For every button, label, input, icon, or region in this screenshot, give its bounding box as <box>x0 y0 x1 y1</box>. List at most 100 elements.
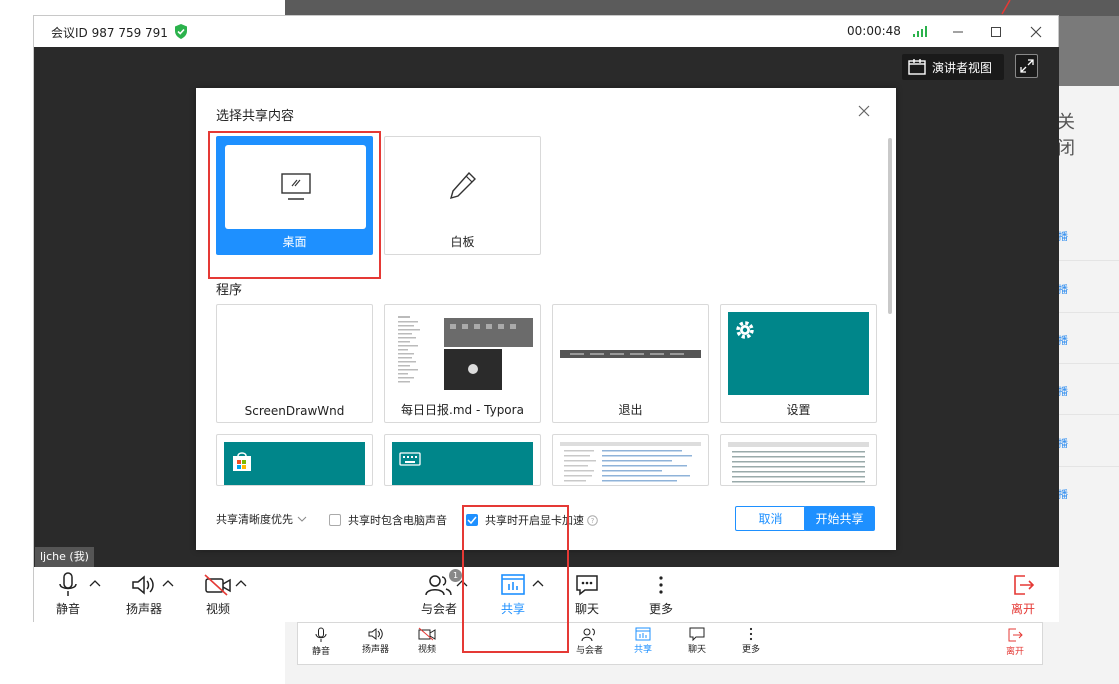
background-side-link[interactable]: 播 <box>1058 435 1068 450</box>
speaker-label: 扬声器 <box>126 602 163 616</box>
background-divider <box>1058 363 1119 364</box>
leave-button[interactable]: 离开 <box>1011 571 1035 617</box>
program-thumbnail <box>224 442 365 485</box>
program-card-window-a[interactable] <box>552 434 709 486</box>
title-bar[interactable]: 会议ID 987 759 791 00:00:48 <box>34 16 1058 47</box>
checkbox-checked[interactable] <box>466 514 478 526</box>
minimize-icon <box>953 31 963 33</box>
program-card-screendrawwnd[interactable]: ScreenDrawWnd <box>216 304 373 423</box>
speaker-icon <box>368 628 383 640</box>
share-label: 共享 <box>501 602 526 616</box>
maximize-button[interactable] <box>984 20 1008 44</box>
program-thumbnail <box>728 312 869 395</box>
gpu-acceleration-label: 共享时开启显卡加速 <box>485 514 584 527</box>
start-sharing-button[interactable]: 开始共享 <box>804 506 875 531</box>
speaker-button[interactable]: 扬声器 <box>126 571 162 617</box>
chevron-down-icon <box>297 516 307 522</box>
program-card-store[interactable] <box>216 434 373 486</box>
share-desktop-card[interactable]: 桌面 <box>216 136 373 255</box>
program-thumbnail <box>560 442 701 485</box>
leave-label: 离开 <box>1011 602 1036 616</box>
keyboard-icon <box>399 452 421 466</box>
background-side-link[interactable]: 播 <box>1058 281 1068 296</box>
share-content-dialog: 选择共享内容 桌面 白板 程序 ScreenDrawWnd 每日日报.md - … <box>196 88 896 550</box>
program-thumbnail <box>560 312 701 395</box>
mini-mute-button[interactable]: 静音 <box>312 627 330 657</box>
more-icon <box>659 576 663 594</box>
background-side-link[interactable]: 播 <box>1058 332 1068 347</box>
mini-speaker-button[interactable]: 扬声器 <box>362 627 389 655</box>
minimize-button[interactable] <box>946 20 970 44</box>
background-divider <box>1058 466 1119 467</box>
mute-button[interactable]: 静音 <box>56 571 80 617</box>
exit-preview-image <box>560 350 701 358</box>
background-side-link[interactable]: 播 <box>1058 383 1068 398</box>
share-options-caret[interactable] <box>532 579 544 587</box>
pencil-icon <box>449 171 476 199</box>
checkbox-box[interactable] <box>329 514 341 526</box>
clarity-label: 共享清晰度优先 <box>216 513 293 526</box>
speaker-options-caret[interactable] <box>162 579 174 587</box>
program-thumbnail <box>224 312 365 395</box>
svg-text:?: ? <box>591 517 595 525</box>
more-label: 更多 <box>649 602 674 616</box>
gpu-acceleration-checkbox[interactable]: 共享时开启显卡加速 ? <box>466 512 598 528</box>
program-card-keyboard[interactable] <box>384 434 541 486</box>
more-button[interactable]: 更多 <box>649 571 673 617</box>
background-close-text: 关闭 <box>1057 112 1075 159</box>
store-icon <box>233 452 251 471</box>
more-icon <box>749 627 753 641</box>
mini-more-button[interactable]: 更多 <box>742 627 760 655</box>
dialog-scrollbar[interactable] <box>888 138 892 314</box>
leave-icon <box>1014 575 1035 595</box>
mini-chat-button[interactable]: 聊天 <box>688 627 706 655</box>
window-preview-image <box>560 442 701 482</box>
program-card-exit[interactable]: 退出 <box>552 304 709 423</box>
program-card-window-b[interactable] <box>720 434 877 486</box>
share-button[interactable]: 共享 <box>501 571 525 617</box>
chat-button[interactable]: 聊天 <box>575 571 599 617</box>
window-preview-image <box>728 442 869 483</box>
dialog-close-icon[interactable] <box>856 103 872 119</box>
chat-icon <box>576 575 598 596</box>
maximize-icon <box>991 27 1001 37</box>
background-divider <box>1058 260 1119 261</box>
clarity-priority-select[interactable]: 共享清晰度优先 <box>216 511 307 527</box>
presenter-view-button[interactable]: 演讲者视图 <box>902 54 1004 80</box>
presenter-view-icon <box>908 59 926 75</box>
mute-label: 静音 <box>56 602 81 616</box>
program-card-settings[interactable]: 设置 <box>720 304 877 423</box>
close-window-button[interactable] <box>1024 20 1048 44</box>
chat-icon <box>689 627 705 641</box>
annotation-arrow <box>1001 0 1011 15</box>
expand-icon <box>1019 59 1034 73</box>
fullscreen-button[interactable] <box>1015 54 1038 78</box>
mini-leave-button[interactable]: 离开 <box>1006 627 1024 657</box>
mute-options-caret[interactable] <box>89 579 101 587</box>
program-card-typora[interactable]: 每日日报.md - Typora <box>384 304 541 423</box>
cancel-button[interactable]: 取消 <box>735 506 806 531</box>
video-options-caret[interactable] <box>235 579 247 587</box>
meeting-timer: 00:00:48 <box>847 24 901 38</box>
share-screen-icon <box>635 627 651 641</box>
video-button[interactable]: 视频 <box>204 571 232 617</box>
help-icon[interactable]: ? <box>587 514 598 526</box>
mini-participants-button[interactable]: 与会者 <box>576 627 603 656</box>
program-label: 退出 <box>618 403 643 417</box>
include-audio-checkbox[interactable]: 共享时包含电脑声音 <box>329 512 447 528</box>
share-whiteboard-card[interactable]: 白板 <box>384 136 541 255</box>
background-divider <box>1058 414 1119 415</box>
video-label: 视频 <box>205 602 230 616</box>
mini-leave-label: 离开 <box>1006 647 1025 657</box>
background-side-link[interactable]: 播 <box>1058 228 1068 243</box>
mini-participants-label: 与会者 <box>576 646 604 656</box>
participants-button[interactable]: 1 与会者 <box>421 569 462 617</box>
mini-share-button[interactable]: 共享 <box>634 627 652 655</box>
participants-options-caret[interactable] <box>456 579 468 587</box>
mini-video-button[interactable]: 视频 <box>418 627 436 655</box>
dialog-footer: 共享清晰度优先 共享时包含电脑声音 共享时开启显卡加速 ? 取消 开始共享 <box>196 506 896 536</box>
background-side-link[interactable]: 播 <box>1058 486 1068 501</box>
video-off-icon <box>204 574 231 596</box>
mini-mute-label: 静音 <box>312 647 331 657</box>
monitor-icon <box>280 173 311 200</box>
